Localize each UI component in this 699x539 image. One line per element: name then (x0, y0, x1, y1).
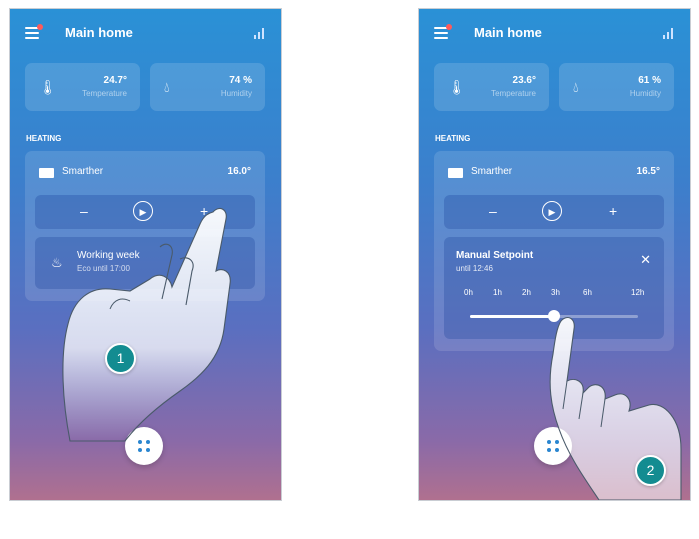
program-subtitle: Eco until 17:00 (77, 264, 130, 273)
humidity-label: Humidity (629, 89, 661, 98)
duration-tick[interactable]: 12h (631, 288, 644, 297)
setpoint-title: Manual Setpoint (456, 250, 534, 261)
temperature-controls: – ▶ + (35, 195, 255, 229)
app-header: Main home (419, 9, 690, 53)
program-card[interactable]: ♨ Working week Eco until 17:00 (35, 237, 255, 289)
temperature-label: Temperature (82, 89, 127, 98)
decrease-button[interactable]: – (80, 203, 88, 219)
humidity-label: Humidity (220, 89, 252, 98)
phone-screen-2: Main home 🌡︎ 23.6° Temperature 💧︎ 61 % H… (418, 8, 691, 501)
temperature-card[interactable]: 🌡︎ 23.6° Temperature (434, 63, 549, 111)
signal-icon[interactable] (663, 28, 676, 39)
thermostat-icon (448, 168, 463, 178)
page-title: Main home (474, 25, 542, 40)
step-badge-1: 1 (105, 343, 136, 374)
notification-dot (37, 24, 43, 30)
decrease-button[interactable]: – (489, 203, 497, 219)
drop-icon: 💧︎ (573, 79, 579, 95)
increase-button[interactable]: + (609, 203, 617, 219)
manual-setpoint-card: Manual Setpoint until 12:46 ✕ 0h 1h 2h 3… (444, 237, 664, 339)
temperature-value: 23.6° (512, 75, 536, 86)
thermometer-icon: 🌡︎ (39, 79, 57, 95)
menu-icon[interactable] (25, 24, 43, 39)
slider-fill (470, 315, 554, 318)
thermostat-panel: Smarther 16.5° – ▶ + Manual Setpoint unt… (434, 151, 674, 351)
temperature-value: 24.7° (103, 75, 127, 86)
temperature-label: Temperature (491, 89, 536, 98)
duration-tick[interactable]: 3h (551, 288, 560, 297)
increase-button[interactable]: + (200, 203, 208, 219)
thermostat-panel: Smarther 16.0° – ▶ + ♨ Working week Eco … (25, 151, 265, 301)
notification-dot (446, 24, 452, 30)
play-icon[interactable]: ▶ (133, 201, 153, 221)
duration-ticks: 0h 1h 2h 3h 6h 12h (456, 288, 656, 300)
humidity-value: 61 % (638, 75, 661, 86)
duration-tick[interactable]: 1h (493, 288, 502, 297)
temperature-controls: – ▶ + (444, 195, 664, 229)
apps-button[interactable] (534, 427, 572, 465)
phone-screen-1: Main home 🌡︎ 24.7° Temperature 💧︎ 74 % H… (9, 8, 282, 501)
humidity-card[interactable]: 💧︎ 74 % Humidity (150, 63, 265, 111)
flame-icon: ♨ (51, 255, 63, 270)
drop-icon: 💧︎ (164, 79, 170, 95)
device-temperature: 16.5° (636, 166, 660, 177)
section-title: HEATING (26, 134, 62, 143)
section-title: HEATING (435, 134, 471, 143)
close-icon[interactable]: ✕ (640, 252, 651, 268)
duration-tick[interactable]: 0h (464, 288, 473, 297)
page-title: Main home (65, 25, 133, 40)
slider-handle[interactable] (548, 310, 560, 322)
app-header: Main home (10, 9, 281, 53)
apps-button[interactable] (125, 427, 163, 465)
step-badge-2: 2 (635, 455, 666, 486)
device-temperature: 16.0° (227, 166, 251, 177)
duration-tick[interactable]: 2h (522, 288, 531, 297)
thermometer-icon: 🌡︎ (448, 79, 466, 95)
device-name: Smarther (62, 166, 104, 177)
device-name: Smarther (471, 166, 513, 177)
signal-icon[interactable] (254, 28, 267, 39)
duration-slider[interactable] (470, 310, 638, 322)
humidity-card[interactable]: 💧︎ 61 % Humidity (559, 63, 674, 111)
thermostat-icon (39, 168, 54, 178)
humidity-value: 74 % (229, 75, 252, 86)
temperature-card[interactable]: 🌡︎ 24.7° Temperature (25, 63, 140, 111)
duration-tick[interactable]: 6h (583, 288, 592, 297)
play-icon[interactable]: ▶ (542, 201, 562, 221)
program-name: Working week (77, 250, 140, 261)
setpoint-until: until 12:46 (456, 264, 493, 273)
menu-icon[interactable] (434, 24, 452, 39)
